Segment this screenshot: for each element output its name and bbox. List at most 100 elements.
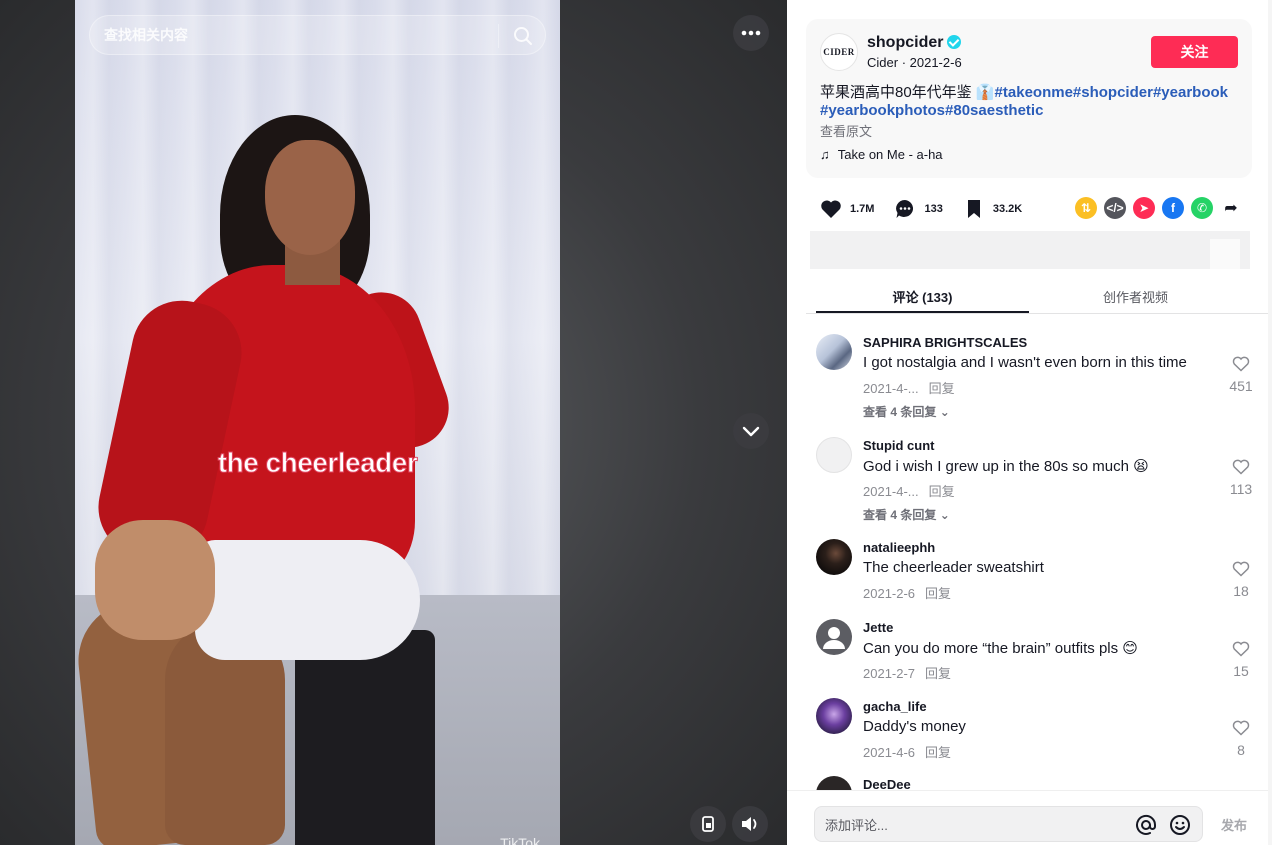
comment-item: Stupid cunt God i wish I grew up in the … xyxy=(816,437,1256,537)
comment-username[interactable]: natalieephh xyxy=(863,540,935,555)
author-username[interactable]: shopcider xyxy=(867,34,943,51)
comment-username[interactable]: Jette xyxy=(863,620,893,635)
copy-link-button[interactable] xyxy=(1210,239,1240,269)
mention-button[interactable] xyxy=(1134,813,1158,837)
comment-like-count: 15 xyxy=(1233,663,1249,679)
search-divider xyxy=(498,24,499,48)
heart-outline-icon[interactable] xyxy=(1232,641,1250,657)
video-area: the cheerleader TikTok xyxy=(0,0,787,845)
hashtag-link[interactable]: #80saesthetic xyxy=(945,102,1043,119)
comment-username[interactable]: Stupid cunt xyxy=(863,438,935,453)
comment-date: 2021-4-... xyxy=(863,484,919,499)
search-bar xyxy=(89,15,546,55)
comment-avatar[interactable] xyxy=(816,619,852,655)
comment-action[interactable]: 133 xyxy=(892,196,943,222)
comment-like[interactable]: 18 xyxy=(1226,561,1256,599)
comment-date: 2021-2-6 xyxy=(863,586,916,601)
at-sign-icon xyxy=(1136,814,1157,835)
comment-composer: 发布 xyxy=(787,790,1272,845)
like-action[interactable]: 1.7M xyxy=(818,196,874,222)
view-replies-link[interactable]: 查看 4 条回复 ⌄ xyxy=(863,403,950,420)
heart-outline-icon[interactable] xyxy=(1232,720,1250,736)
view-replies-link[interactable]: 查看 4 条回复 ⌄ xyxy=(863,506,950,523)
tab-creator-videos[interactable]: 创作者视频 xyxy=(1029,276,1242,313)
follow-button[interactable]: 关注 xyxy=(1151,36,1238,68)
music-title[interactable]: Take on Me - a-ha xyxy=(838,147,943,162)
hashtag-link[interactable]: #yearbook xyxy=(1153,84,1228,101)
tie-emoji-icon: 👔 xyxy=(975,84,995,101)
emoji-button[interactable] xyxy=(1168,813,1192,837)
comment-text: Daddy's money xyxy=(863,718,966,735)
reply-link[interactable]: 回复 xyxy=(925,745,951,760)
save-action[interactable]: 33.2K xyxy=(961,196,1022,222)
search-button[interactable] xyxy=(511,24,535,48)
volume-button[interactable] xyxy=(732,806,768,842)
description-text: 苹果酒高中80年代年鉴 xyxy=(820,84,976,101)
heart-outline-icon[interactable] xyxy=(1232,459,1250,475)
comment-avatar[interactable] xyxy=(816,539,852,575)
comment-like[interactable]: 113 xyxy=(1226,459,1256,497)
comment-like-count: 113 xyxy=(1229,481,1253,497)
comment-username[interactable]: DeeDee xyxy=(863,777,911,790)
volume-icon xyxy=(742,817,757,831)
author-avatar[interactable]: CIDER xyxy=(820,33,858,71)
hashtag-link[interactable]: #shopcider xyxy=(1073,84,1153,101)
heart-icon[interactable] xyxy=(818,196,844,222)
video-player[interactable]: the cheerleader TikTok xyxy=(75,0,560,845)
author-avatar-text: CIDER xyxy=(823,47,855,57)
heart-outline-icon[interactable] xyxy=(1232,561,1250,577)
comment-like[interactable]: 8 xyxy=(1226,720,1256,758)
tiktok-watermark: TikTok xyxy=(500,835,540,845)
hashtag-link[interactable]: #yearbookphotos xyxy=(820,102,945,119)
comment-avatar[interactable] xyxy=(816,334,852,370)
facebook-icon[interactable]: f xyxy=(1162,197,1184,219)
comment-avatar[interactable] xyxy=(816,437,852,473)
video-person-face xyxy=(265,140,355,255)
comment-username[interactable]: SAPHIRA BRIGHTSCALES xyxy=(863,335,1027,350)
comment-username[interactable]: gacha_life xyxy=(863,699,927,714)
pip-button[interactable] xyxy=(690,806,726,842)
post-comment-button[interactable]: 发布 xyxy=(1221,815,1247,834)
repost-icon[interactable]: ⇅ xyxy=(1075,197,1097,219)
device-icon xyxy=(702,816,714,832)
reply-link[interactable]: 回复 xyxy=(929,484,955,499)
whatsapp-icon[interactable]: ✆ xyxy=(1191,197,1213,219)
reply-link[interactable]: 回复 xyxy=(925,586,951,601)
comment-avatar[interactable] xyxy=(816,698,852,734)
comment-avatar[interactable] xyxy=(816,776,852,790)
embed-icon[interactable]: </> xyxy=(1104,197,1126,219)
search-input[interactable] xyxy=(104,25,484,45)
reply-link[interactable]: 回复 xyxy=(925,666,951,681)
comment-text: I got nostalgia and I wasn't even born i… xyxy=(863,354,1187,371)
author-name[interactable]: shopcider xyxy=(867,34,962,52)
copy-link-box[interactable] xyxy=(810,231,1250,269)
reply-link[interactable]: 回复 xyxy=(929,381,955,396)
music-link[interactable]: ♫ Take on Me - a-ha xyxy=(820,147,943,162)
scrollbar[interactable] xyxy=(1268,0,1272,845)
post-description: 苹果酒高中80年代年鉴 👔#takeonme#shopcider#yearboo… xyxy=(820,84,1230,120)
smiley-icon xyxy=(1170,815,1190,835)
share-arrow-icon[interactable]: ➦ xyxy=(1220,197,1242,219)
comment-icon[interactable] xyxy=(892,196,918,222)
see-original-link[interactable]: 查看原文 xyxy=(820,121,872,140)
view-replies-label[interactable]: 查看 4 条回复 xyxy=(863,405,936,419)
action-bar: 1.7M 133 33.2K xyxy=(818,196,1040,222)
more-options-button[interactable] xyxy=(733,15,769,51)
comment-like[interactable]: 15 xyxy=(1226,641,1256,679)
comment-like[interactable]: 451 xyxy=(1226,356,1256,394)
heart-outline-icon[interactable] xyxy=(1232,356,1250,372)
next-video-button[interactable] xyxy=(733,413,769,449)
hashtag-link[interactable]: #takeonme xyxy=(995,84,1073,101)
comment-meta: 2021-4-... 回复 xyxy=(863,481,955,500)
video-chair xyxy=(295,630,435,845)
bookmark-icon[interactable] xyxy=(961,196,987,222)
view-replies-label[interactable]: 查看 4 条回复 xyxy=(863,508,936,522)
comment-item: Jette Can you do more “the brain” outfit… xyxy=(816,619,1256,689)
tab-comments[interactable]: 评论 (133) xyxy=(816,276,1029,313)
chevron-down-icon: ⌄ xyxy=(939,405,950,419)
comment-text: Can you do more “the brain” outfits pls … xyxy=(863,640,1138,657)
comment-item: DeeDee xyxy=(816,776,1256,790)
comment-date: 2021-4-6 xyxy=(863,745,916,760)
comment-input[interactable] xyxy=(825,816,1115,834)
send-icon[interactable]: ➤ xyxy=(1133,197,1155,219)
